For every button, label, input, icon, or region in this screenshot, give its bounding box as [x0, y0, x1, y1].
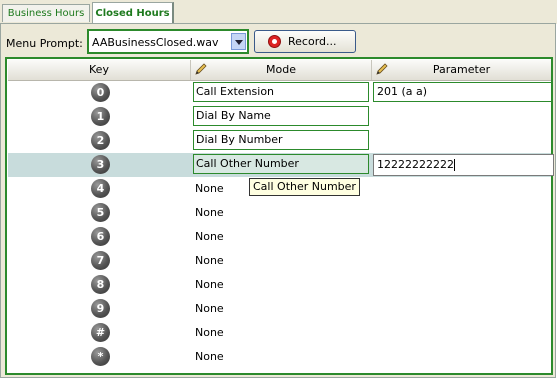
key-hash-icon: #: [91, 323, 110, 342]
text-caret: [453, 159, 455, 171]
table-row[interactable]: 1 Dial By Name: [8, 105, 551, 129]
mode-field[interactable]: Dial By Number: [193, 130, 369, 150]
menu-prompt-select[interactable]: AABusinessClosed.wav: [87, 29, 249, 54]
column-header-parameter-label: Parameter: [432, 63, 491, 76]
table-row-selected[interactable]: 3 Call Other Number 12222222222: [8, 153, 554, 177]
parameter-input[interactable]: 12222222222: [373, 154, 554, 176]
column-header-mode[interactable]: Mode: [191, 60, 372, 80]
key-4-icon: 4: [91, 179, 110, 198]
key-3-icon: 3: [91, 155, 110, 174]
table-row[interactable]: * None: [8, 345, 551, 369]
column-header-key[interactable]: Key: [8, 60, 191, 80]
key-0-icon: 0: [91, 83, 110, 102]
parameter-input-value: 12222222222: [377, 158, 454, 171]
key-7-icon: 7: [91, 251, 110, 270]
pencil-icon: [376, 63, 388, 75]
record-button-label: Record...: [288, 35, 337, 48]
key-1-icon: 1: [91, 107, 110, 126]
table-row[interactable]: 7 None: [8, 249, 551, 273]
grid-header: Key Mode Parameter: [8, 60, 551, 81]
mode-value[interactable]: None: [195, 201, 224, 225]
parameter-field[interactable]: 201 (a a): [373, 82, 552, 102]
table-row[interactable]: 0 Call Extension 201 (a a): [8, 81, 552, 105]
mode-value[interactable]: None: [195, 273, 224, 297]
key-8-icon: 8: [91, 275, 110, 294]
mode-field[interactable]: Dial By Name: [193, 106, 369, 126]
tab-closed-hours[interactable]: Closed Hours: [92, 2, 174, 24]
mode-value[interactable]: None: [195, 225, 224, 249]
mode-value[interactable]: None: [195, 297, 224, 321]
key-5-icon: 5: [91, 203, 110, 222]
column-header-key-label: Key: [89, 63, 109, 76]
mode-value[interactable]: None: [195, 249, 224, 273]
record-icon: [268, 35, 281, 48]
table-row[interactable]: 9 None: [8, 297, 551, 321]
table-row[interactable]: # None: [8, 321, 551, 345]
chevron-down-icon[interactable]: [231, 33, 246, 50]
table-row[interactable]: 5 None: [8, 201, 551, 225]
pencil-icon: [195, 63, 207, 75]
record-button[interactable]: Record...: [254, 30, 356, 53]
key-6-icon: 6: [91, 227, 110, 246]
mode-field[interactable]: Call Extension: [193, 82, 369, 102]
tab-bar: Business Hours Closed Hours: [0, 0, 557, 24]
column-header-mode-label: Mode: [266, 63, 296, 76]
column-header-parameter[interactable]: Parameter: [372, 60, 551, 80]
menu-prompt-label: Menu Prompt:: [6, 37, 83, 50]
table-row[interactable]: 8 None: [8, 273, 551, 297]
key-star-icon: *: [91, 347, 110, 366]
table-row[interactable]: 2 Dial By Number: [8, 129, 551, 153]
mode-value[interactable]: None: [195, 321, 224, 345]
menu-prompt-value: AABusinessClosed.wav: [92, 36, 219, 49]
key-9-icon: 9: [91, 299, 110, 318]
mode-tooltip: Call Other Number: [249, 178, 360, 196]
table-row[interactable]: 6 None: [8, 225, 551, 249]
mode-value[interactable]: None: [195, 345, 224, 369]
mode-field[interactable]: Call Other Number: [193, 154, 369, 174]
key-mapping-grid: Key Mode Parameter 0 Call Extension 201 …: [5, 57, 554, 375]
mode-value[interactable]: None: [195, 177, 224, 201]
tab-business-hours[interactable]: Business Hours: [2, 4, 90, 22]
key-2-icon: 2: [91, 131, 110, 150]
